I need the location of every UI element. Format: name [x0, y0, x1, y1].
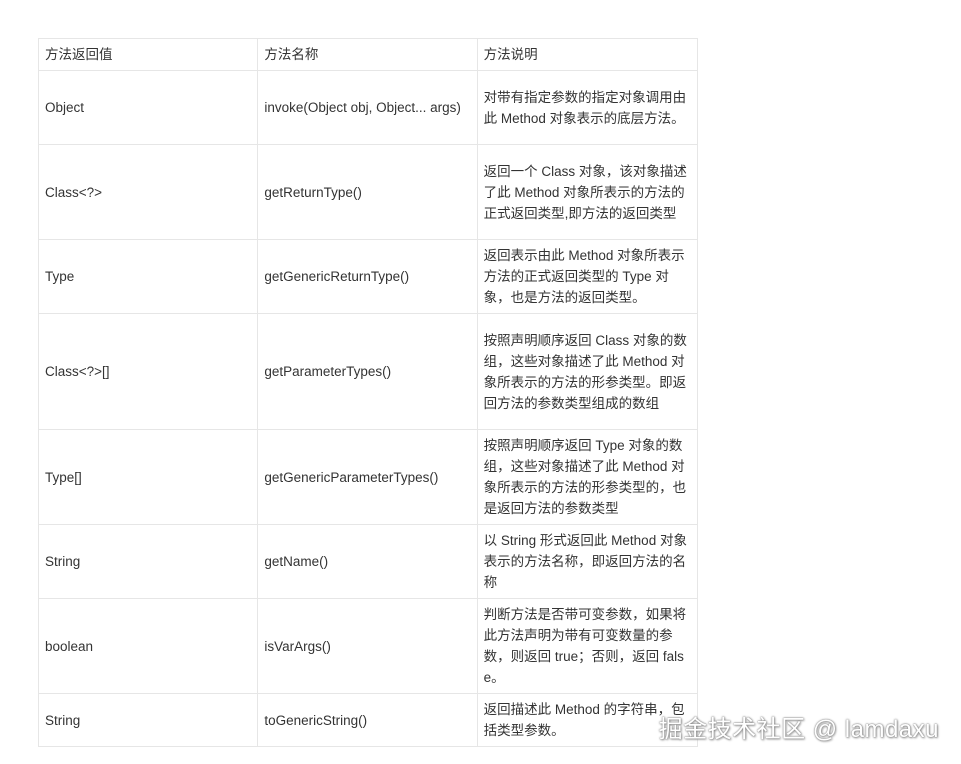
cell-method-name: getName() [257, 524, 478, 599]
cell-method-name: getGenericReturnType() [257, 239, 478, 314]
cell-return-type: Type [37, 239, 259, 314]
cell-method-name: getGenericParameterTypes() [257, 429, 478, 525]
table-row: String getName() 以 String 形式返回此 Method 对… [37, 524, 699, 599]
table-row: Class<?> getReturnType() 返回一个 Class 对象，该… [37, 144, 699, 240]
method-table: 方法返回值 方法名称 方法说明 Object invoke(Object obj… [37, 38, 699, 747]
header-return-type: 方法返回值 [37, 38, 259, 71]
cell-description: 返回一个 Class 对象，该对象描述了此 Method 对象所表示的方法的正式… [476, 144, 699, 240]
cell-return-type: Object [37, 70, 259, 145]
cell-return-type: String [37, 524, 259, 599]
header-method-name: 方法名称 [257, 38, 478, 71]
cell-method-name: isVarArgs() [257, 598, 478, 694]
watermark: 掘金技术社区 @ lamdaxu [658, 716, 939, 743]
cell-method-name: invoke(Object obj, Object... args) [257, 70, 478, 145]
table-row: Class<?>[] getParameterTypes() 按照声明顺序返回 … [37, 313, 699, 430]
table-row: Type getGenericReturnType() 返回表示由此 Metho… [37, 239, 699, 314]
cell-method-name: toGenericString() [257, 693, 478, 747]
cell-description: 对带有指定参数的指定对象调用由此 Method 对象表示的底层方法。 [476, 70, 699, 145]
cell-description: 按照声明顺序返回 Class 对象的数组，这些对象描述了此 Method 对象所… [476, 313, 699, 430]
cell-return-type: Class<?> [37, 144, 259, 240]
table-row: String toGenericString() 返回描述此 Method 的字… [37, 693, 699, 747]
cell-return-type: boolean [37, 598, 259, 694]
cell-return-type: Type[] [37, 429, 259, 525]
header-method-description: 方法说明 [476, 38, 699, 71]
table-header-row: 方法返回值 方法名称 方法说明 [37, 38, 699, 71]
cell-description: 判断方法是否带可变参数，如果将此方法声明为带有可变数量的参数，则返回 true；… [476, 598, 699, 694]
cell-description: 返回表示由此 Method 对象所表示方法的正式返回类型的 Type 对象，也是… [476, 239, 699, 314]
cell-method-name: getParameterTypes() [257, 313, 478, 430]
table-row: Type[] getGenericParameterTypes() 按照声明顺序… [37, 429, 699, 525]
cell-return-type: Class<?>[] [37, 313, 259, 430]
table-row: boolean isVarArgs() 判断方法是否带可变参数，如果将此方法声明… [37, 598, 699, 694]
cell-return-type: String [37, 693, 259, 747]
cell-description: 按照声明顺序返回 Type 对象的数组，这些对象描述了此 Method 对象所表… [476, 429, 699, 525]
cell-description: 以 String 形式返回此 Method 对象表示的方法名称，即返回方法的名称 [476, 524, 699, 599]
table-row: Object invoke(Object obj, Object... args… [37, 70, 699, 145]
cell-method-name: getReturnType() [257, 144, 478, 240]
